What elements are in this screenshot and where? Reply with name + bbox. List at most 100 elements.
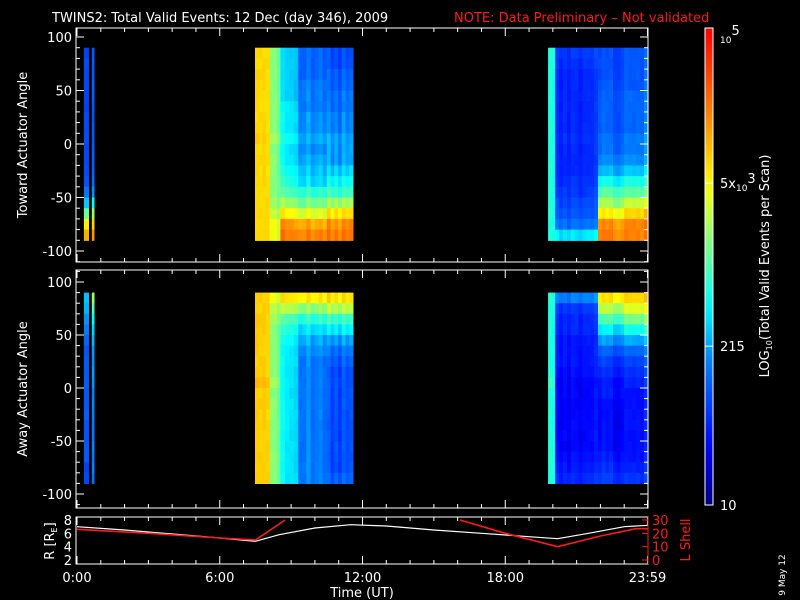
heatmap-cell [605, 69, 610, 81]
heatmap-cell [83, 441, 89, 453]
heatmap-cell [338, 292, 343, 304]
heatmap-cell [586, 218, 591, 231]
heatmap-cell [601, 356, 607, 368]
heatmap-cell [574, 441, 580, 453]
heatmap-cell [318, 58, 324, 70]
heatmap-cell [620, 47, 625, 59]
heatmap-cell [624, 47, 629, 59]
heatmap-cell [620, 430, 625, 442]
heatmap-cell [609, 292, 614, 304]
heatmap-cell [266, 335, 271, 347]
heatmap-cell [258, 101, 263, 113]
heatmap-cell [289, 229, 295, 241]
heatmap-cell [609, 47, 614, 59]
heatmap-cell [341, 441, 347, 453]
heatmap-cell [310, 419, 316, 431]
heatmap-cell [306, 90, 312, 102]
heatmap-cell [582, 47, 587, 59]
heatmap-cell [620, 133, 625, 145]
heatmap-cell [566, 229, 572, 241]
heatmap-cell [298, 90, 303, 102]
heatmap-cell [322, 345, 328, 357]
heatmap-cell [293, 419, 299, 431]
orbit-panel: 0:00 6:00 12:00 18:00 23:5986423020100 [62, 514, 668, 586]
heatmap-cell [293, 69, 299, 81]
heatmap-cell [566, 122, 572, 134]
heatmap-cell [613, 90, 618, 102]
heatmap-cell [318, 313, 324, 325]
heatmap-cell [345, 430, 350, 442]
heatmap-cell [586, 356, 591, 368]
heatmap-cell [559, 197, 564, 209]
heatmap-cell [289, 366, 295, 378]
heatmap-cell [624, 462, 629, 474]
heatmap-cell [302, 335, 307, 347]
heatmap-cell [280, 229, 286, 241]
heatmap-cell [601, 398, 607, 410]
heatmap-cell [570, 58, 576, 70]
heatmap-cell [314, 90, 320, 102]
heatmap-cell [326, 154, 332, 166]
heatmap-cell [306, 303, 312, 315]
heatmap-cell [632, 451, 637, 463]
heatmap-cell [613, 144, 618, 156]
heatmap-cell [266, 111, 271, 124]
heatmap-cell [613, 451, 618, 463]
heatmap-cell [306, 345, 312, 357]
heatmap-cell [594, 165, 599, 177]
heatmap-cell [582, 462, 587, 474]
heatmap-cell [551, 58, 556, 70]
heatmap-cell [258, 451, 263, 463]
heatmap-cell [306, 111, 312, 124]
heatmap-cell [582, 345, 587, 357]
heatmap-cell [326, 111, 332, 124]
heatmap-cell [563, 218, 568, 231]
heatmap-cell [632, 462, 637, 474]
heatmap-cell [551, 122, 556, 134]
heatmap-cell [609, 154, 614, 166]
heatmap-cell [586, 462, 591, 474]
heatmap-cell [578, 229, 584, 241]
heatmap-cell [586, 208, 591, 220]
heatmap-cell [262, 208, 267, 220]
heatmap-cell [605, 79, 610, 92]
heatmap-cell [330, 462, 335, 474]
heatmap-cell [345, 366, 350, 378]
heatmap-cell [349, 451, 354, 463]
heatmap-cell [620, 101, 625, 113]
heatmap-cell [555, 229, 560, 241]
heatmap-cell [616, 388, 621, 400]
heatmap-cell [318, 79, 324, 92]
heatmap-cell [298, 47, 303, 59]
heatmap-cell [563, 197, 568, 209]
heatmap-cell [570, 154, 576, 166]
heatmap-cell [266, 409, 271, 421]
heatmap-cell [83, 47, 89, 59]
heatmap-cell [298, 101, 303, 113]
heatmap-cell [91, 409, 95, 421]
heatmap-cell [310, 186, 316, 199]
heatmap-cell [586, 69, 591, 81]
heatmap-cell [616, 451, 621, 463]
heatmap-cell [318, 366, 324, 378]
date-stamp: 9 May 12 [778, 554, 788, 596]
heatmap-cell [570, 441, 576, 453]
heatmap-cell [266, 388, 271, 400]
heatmap-cell [566, 472, 572, 484]
heatmap-cell [326, 303, 332, 315]
heatmap-cell [334, 366, 339, 378]
heatmap-cell [314, 324, 320, 336]
heatmap-cell [293, 303, 299, 315]
heatmap-cell [609, 345, 614, 357]
heatmap-cell [345, 303, 350, 315]
heatmap-cell [559, 218, 564, 231]
heatmap-cell [594, 462, 599, 474]
heatmap-cell [273, 208, 278, 220]
heatmap-cell [578, 144, 584, 156]
heatmap-cell [566, 69, 572, 81]
heatmap-cell [609, 313, 614, 325]
y-tick-label: -100 [42, 488, 72, 503]
heatmap-cell [574, 313, 580, 325]
heatmap-cell [555, 451, 560, 463]
heatmap-cell [582, 324, 587, 336]
